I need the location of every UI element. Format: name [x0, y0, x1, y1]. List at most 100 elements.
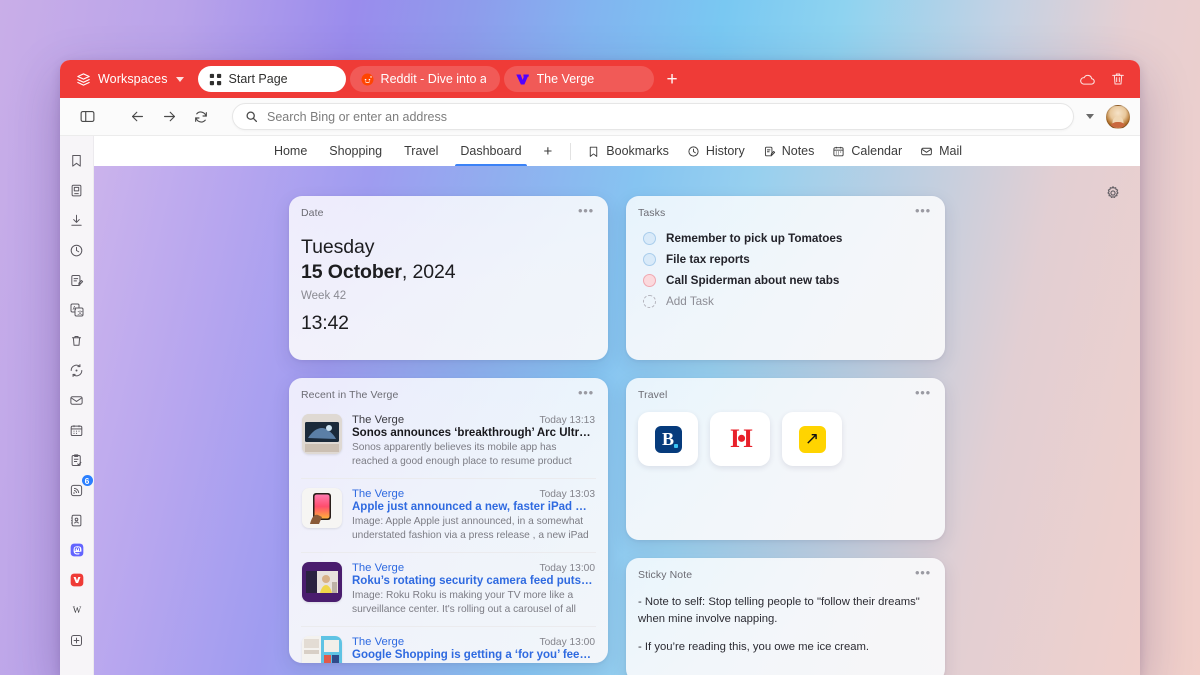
- widget-title: Date: [301, 207, 324, 219]
- sidebar-item-mail[interactable]: [63, 386, 91, 414]
- verge-icon: [515, 73, 530, 86]
- browser-toolbar: Search Bing or enter an address: [60, 98, 1140, 136]
- feed-item-time: Today 13:00: [539, 637, 595, 648]
- feed-item-body: The Verge Today 13:13 Sonos announces ‘b…: [352, 414, 595, 469]
- task-item[interactable]: Remember to pick up Tomatoes: [638, 229, 933, 248]
- add-speed-dial-group-button[interactable]: +: [533, 143, 564, 160]
- feed-item[interactable]: The Verge Today 13:00 Google Shopping is…: [301, 626, 596, 663]
- startpage-link-history[interactable]: History: [678, 136, 754, 166]
- sidebar-item-bookmarks[interactable]: [63, 146, 91, 174]
- task-item[interactable]: Call Spiderman about new tabs: [638, 271, 933, 290]
- arrow-logo-icon: ↗: [798, 425, 826, 453]
- address-input[interactable]: Search Bing or enter an address: [267, 110, 1063, 124]
- speed-dial-expedia[interactable]: ↗: [782, 412, 842, 466]
- task-item[interactable]: File tax reports: [638, 250, 933, 269]
- widget-title: Tasks: [638, 207, 666, 219]
- feed-item-source: The Verge: [352, 414, 405, 426]
- sidebar-item-translate[interactable]: A 文: [63, 296, 91, 324]
- widget-menu-button[interactable]: •••: [913, 386, 933, 399]
- widget-menu-button[interactable]: •••: [576, 204, 596, 217]
- feed-item-body: The Verge Today 13:00 Google Shopping is…: [352, 636, 595, 663]
- feed-item-body: The Verge Today 13:03 Apple just announc…: [352, 488, 595, 543]
- trash-icon[interactable]: [1110, 71, 1126, 87]
- profile-avatar[interactable]: [1106, 104, 1130, 129]
- task-label: File tax reports: [666, 253, 750, 266]
- tab-the-verge[interactable]: The Verge: [503, 66, 654, 92]
- feed-item[interactable]: The Verge Today 13:13 Sonos announces ‘b…: [301, 405, 596, 478]
- mail-icon: [920, 145, 933, 158]
- speed-dial-hotels[interactable]: I•I: [710, 412, 770, 466]
- startpage-link-mail[interactable]: Mail: [911, 136, 971, 166]
- search-icon: [245, 110, 258, 123]
- add-task-icon: [643, 295, 656, 308]
- widget-header: Recent in The Verge •••: [301, 386, 596, 401]
- feed-list: The Verge Today 13:13 Sonos announces ‘b…: [301, 405, 596, 663]
- workspaces-button[interactable]: Workspaces: [70, 68, 190, 91]
- tab-start-page[interactable]: Start Page: [197, 66, 346, 92]
- panel-sidebar: A 文 6 W: [60, 136, 94, 675]
- feed-item[interactable]: The Verge Today 13:00 Roku’s rotating se…: [301, 552, 596, 626]
- workspaces-label: Workspaces: [98, 72, 168, 86]
- feed-item-time: Today 13:00: [539, 563, 595, 574]
- tab-title: Reddit - Dive into anything: [380, 72, 486, 86]
- reload-button[interactable]: [186, 103, 216, 131]
- feed-item-headline[interactable]: Sonos announces ‘breakthrough’ Arc Ultra…: [352, 427, 595, 439]
- speed-dial-tab-shopping[interactable]: Shopping: [318, 136, 393, 166]
- task-checkbox[interactable]: [643, 232, 656, 245]
- feeds-badge: 6: [80, 474, 94, 487]
- speed-dial-booking[interactable]: B: [638, 412, 698, 466]
- toggle-panel-button[interactable]: [72, 103, 102, 131]
- widget-column-right: Tasks ••• Remember to pick up Tomatoes F…: [626, 196, 945, 675]
- feed-item-meta: The Verge Today 13:03: [352, 488, 595, 500]
- feed-item-headline[interactable]: Google Shopping is getting a ‘for you’ f…: [352, 649, 595, 661]
- address-bar[interactable]: Search Bing or enter an address: [232, 103, 1074, 130]
- sidebar-item-calendar[interactable]: [63, 416, 91, 444]
- gear-icon[interactable]: [1102, 182, 1124, 204]
- feed-item[interactable]: The Verge Today 13:03 Apple just announc…: [301, 478, 596, 552]
- sidebar-item-wikipedia[interactable]: W: [63, 596, 91, 624]
- task-checkbox[interactable]: [643, 253, 656, 266]
- sidebar-item-feeds[interactable]: 6: [63, 474, 94, 504]
- speed-dial-tab-home[interactable]: Home: [263, 136, 318, 166]
- sidebar-item-mastodon[interactable]: [63, 536, 91, 564]
- sticky-note-body[interactable]: - Note to self: Stop telling people to "…: [638, 594, 933, 656]
- bookmark-icon: [587, 145, 600, 158]
- startpage-link-calendar[interactable]: Calendar: [823, 136, 911, 166]
- feed-item-time: Today 13:13: [539, 415, 595, 426]
- new-tab-button[interactable]: +: [658, 70, 687, 89]
- sidebar-item-add-panel[interactable]: [63, 626, 91, 654]
- speed-dial-tab-travel[interactable]: Travel: [393, 136, 449, 166]
- startpage-link-bookmarks[interactable]: Bookmarks: [578, 136, 678, 166]
- calendar-icon: [832, 145, 845, 158]
- date-weekday: Tuesday: [301, 236, 375, 258]
- add-task-button[interactable]: Add Task: [638, 292, 933, 311]
- sidebar-item-vivaldi-social[interactable]: [63, 566, 91, 594]
- feed-item-headline[interactable]: Apple just announced a new, faster iPad …: [352, 501, 595, 513]
- widget-menu-button[interactable]: •••: [913, 204, 933, 217]
- history-icon: [687, 145, 700, 158]
- forward-button[interactable]: [154, 103, 184, 131]
- tab-strip-actions: [1079, 71, 1132, 88]
- widget-menu-button[interactable]: •••: [576, 386, 596, 399]
- sidebar-item-reading-list[interactable]: [63, 176, 91, 204]
- add-task-label: Add Task: [666, 295, 714, 308]
- cloud-sync-icon[interactable]: [1079, 71, 1096, 88]
- feed-item-headline[interactable]: Roku’s rotating security camera feed put…: [352, 575, 595, 587]
- sidebar-item-tasks[interactable]: [63, 446, 91, 474]
- sidebar-item-notes[interactable]: [63, 266, 91, 294]
- sidebar-item-history[interactable]: [63, 236, 91, 264]
- address-dropdown-icon[interactable]: [1086, 114, 1094, 119]
- back-button[interactable]: [122, 103, 152, 131]
- widget-grid: Date ••• Tuesday 15 October, 2024 Week 4…: [94, 196, 1140, 675]
- tab-reddit[interactable]: Reddit - Dive into anything: [349, 66, 500, 92]
- notes-icon: [763, 145, 776, 158]
- speed-dial-tabs: Home Shopping Travel Dashboard +: [263, 136, 563, 166]
- sidebar-item-sync[interactable]: [63, 356, 91, 384]
- speed-dial-tab-dashboard[interactable]: Dashboard: [449, 136, 532, 166]
- widget-menu-button[interactable]: •••: [913, 566, 933, 579]
- sidebar-item-trash[interactable]: [63, 326, 91, 354]
- task-checkbox[interactable]: [643, 274, 656, 287]
- sidebar-item-downloads[interactable]: [63, 206, 91, 234]
- startpage-link-notes[interactable]: Notes: [754, 136, 824, 166]
- sidebar-item-contacts[interactable]: [63, 506, 91, 534]
